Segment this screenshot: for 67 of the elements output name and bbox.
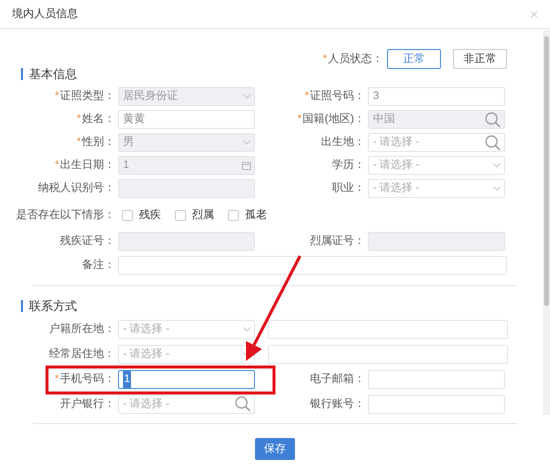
select-field[interactable]: - 请选择 -	[118, 345, 255, 364]
field-label: 电子邮箱：	[310, 372, 365, 388]
checkbox[interactable]	[175, 210, 186, 220]
input-field[interactable]	[268, 345, 508, 364]
chevron-icon	[493, 163, 501, 168]
search-field[interactable]: - 请选择 -	[118, 394, 255, 414]
field-label: 纳税人识别号：	[38, 181, 115, 196]
required-mark: *	[76, 112, 81, 128]
search-field[interactable]: - 请选择 -	[368, 133, 505, 152]
section-title: 联系方式	[29, 298, 77, 315]
save-button[interactable]: 保存	[255, 438, 295, 460]
field-label: 出生地：	[321, 135, 365, 150]
field-label: 姓名：	[82, 112, 115, 128]
field-label: 烈属证号：	[310, 234, 365, 250]
input-field[interactable]: 1	[118, 370, 255, 389]
section-marker	[21, 68, 23, 80]
field-label: 证照类型：	[60, 89, 115, 104]
required-mark: *	[297, 112, 302, 128]
section-title: 基本信息	[29, 66, 77, 83]
checkbox-label: 孤老	[245, 208, 267, 223]
scrollbar[interactable]	[543, 30, 550, 415]
field-label: 手机号码：	[60, 372, 115, 388]
field-label: 职业：	[332, 181, 365, 196]
field-label: 经常居住地：	[49, 347, 115, 362]
field-label: 人员状态：	[328, 52, 383, 67]
section-marker	[21, 300, 23, 312]
search-icon[interactable]	[485, 134, 501, 150]
status-option[interactable]: 正常	[387, 49, 441, 69]
field-label: 银行账号：	[310, 396, 365, 412]
search-icon[interactable]	[235, 396, 251, 412]
chevron-icon	[493, 186, 501, 191]
scrollbar-thumb[interactable]	[544, 36, 549, 306]
field-label: 是否存在以下情形：	[16, 208, 115, 223]
status-option[interactable]: 非正常	[453, 49, 507, 69]
field-label: 学历：	[332, 158, 365, 174]
field-label: 国籍(地区)：	[302, 112, 365, 128]
field-label: 出生日期：	[60, 158, 115, 174]
field-label: 户籍所在地：	[49, 322, 115, 338]
select-field[interactable]: - 请选择 -	[118, 320, 255, 339]
checkbox[interactable]	[122, 210, 133, 220]
required-mark: *	[54, 158, 59, 174]
required-mark: *	[54, 89, 59, 104]
required-mark: *	[54, 372, 59, 388]
input-field[interactable]	[368, 394, 505, 414]
field-label: 残疾证号：	[60, 234, 115, 250]
chevron-icon	[243, 140, 251, 145]
field-label: 备注：	[82, 258, 115, 273]
required-mark: *	[304, 89, 309, 104]
field-label: 证照号码：	[310, 89, 365, 104]
checkbox-label: 残疾	[139, 208, 161, 223]
field-label: 性别：	[82, 135, 115, 150]
required-mark: *	[322, 52, 327, 67]
input-field[interactable]: 黄黄	[118, 110, 255, 129]
required-mark: *	[76, 135, 81, 150]
field-label: 开户银行：	[60, 396, 115, 412]
close-button[interactable]: ×	[530, 4, 538, 24]
input-field[interactable]	[268, 320, 508, 339]
input-field[interactable]	[368, 370, 505, 389]
window-title: 境内人员信息	[12, 6, 78, 22]
input-field[interactable]: 3	[368, 87, 505, 106]
checkbox-label: 烈属	[192, 208, 214, 223]
input-field[interactable]	[118, 256, 507, 274]
chevron-icon	[243, 327, 251, 332]
select-field[interactable]: - 请选择 -	[368, 156, 505, 175]
select-field[interactable]: - 请选择 -	[368, 179, 505, 198]
chevron-icon	[243, 94, 251, 99]
checkbox[interactable]	[228, 210, 239, 220]
